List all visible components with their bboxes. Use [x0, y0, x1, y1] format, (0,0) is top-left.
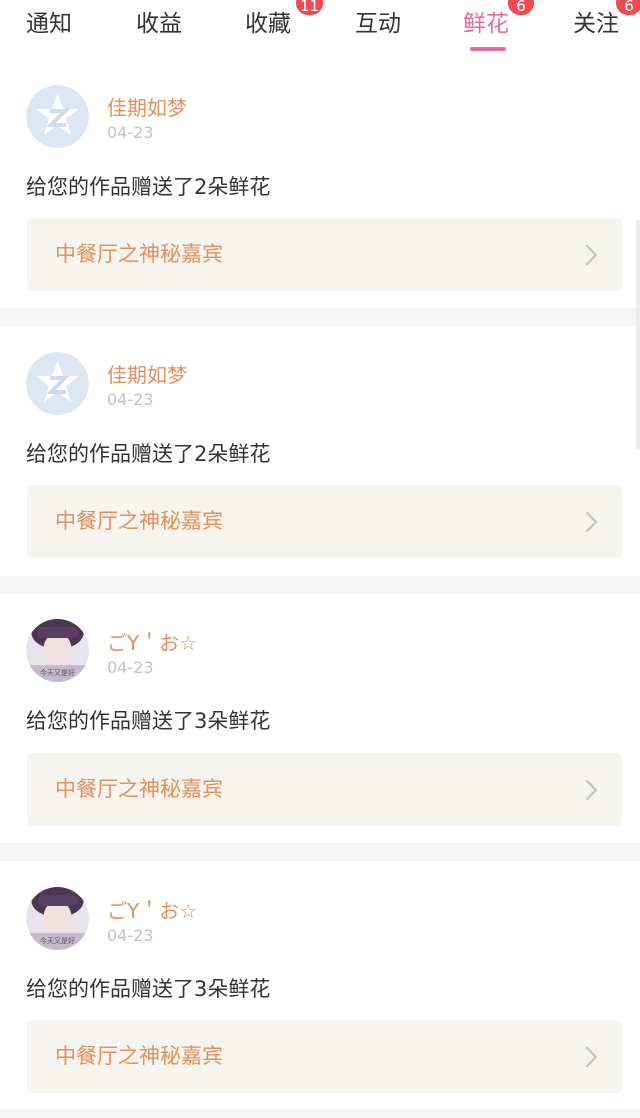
active-tab-indicator [470, 47, 506, 51]
follows-count-badge: 6 [616, 0, 640, 15]
user-name[interactable]: 佳期如梦 [107, 359, 187, 388]
avatar[interactable] [26, 352, 89, 415]
list-item: 佳期如梦 04-23 给您的作品赠送了2朵鲜花 中餐厅之神秘嘉宾 [0, 326, 640, 576]
notification-message: 给您的作品赠送了2朵鲜花 [26, 175, 271, 199]
svg-text:今天又是好: 今天又是好 [40, 936, 75, 945]
user-name[interactable]: 佳期如梦 [107, 92, 187, 121]
favorites-count-badge: 11 [296, 0, 324, 15]
flowers-count-badge: 6 [508, 0, 534, 15]
tab-notifications[interactable]: 通知 [26, 2, 72, 46]
user-photo-avatar-icon: 今天又是好 [26, 887, 89, 950]
chevron-right-icon [585, 779, 598, 801]
divider [0, 308, 640, 326]
notification-date: 04-23 [107, 658, 154, 677]
notification-message: 给您的作品赠送了2朵鲜花 [26, 442, 271, 466]
work-title: 中餐厅之神秘嘉宾 [55, 242, 223, 266]
chevron-right-icon [585, 244, 598, 266]
work-link[interactable]: 中餐厅之神秘嘉宾 [27, 753, 622, 826]
divider [0, 576, 640, 594]
user-name[interactable]: ごY＇お☆ [107, 895, 197, 924]
tab-follows[interactable]: 关注 [573, 2, 619, 46]
work-title: 中餐厅之神秘嘉宾 [55, 509, 223, 533]
tab-interactions[interactable]: 互动 [355, 2, 401, 46]
tab-favorites[interactable]: 收藏 [245, 2, 291, 46]
svg-text:今天又是好: 今天又是好 [40, 668, 75, 677]
work-link[interactable]: 中餐厅之神秘嘉宾 [27, 218, 622, 291]
work-link[interactable]: 中餐厅之神秘嘉宾 [27, 1020, 622, 1093]
tab-flowers[interactable]: 鲜花 [463, 2, 509, 46]
notification-message: 给您的作品赠送了3朵鲜花 [26, 977, 271, 1001]
work-title: 中餐厅之神秘嘉宾 [55, 1044, 223, 1068]
user-photo-avatar-icon: 今天又是好 [26, 619, 89, 682]
list-item: 佳期如梦 04-23 给您的作品赠送了2朵鲜花 中餐厅之神秘嘉宾 [0, 60, 640, 308]
scrollbar[interactable] [636, 220, 640, 450]
tab-earnings[interactable]: 收益 [136, 2, 182, 46]
notification-date: 04-23 [107, 123, 154, 142]
user-name[interactable]: ごY＇お☆ [107, 627, 197, 656]
avatar[interactable] [26, 85, 89, 148]
qq-star-avatar-icon [26, 85, 89, 148]
avatar[interactable]: 今天又是好 [26, 619, 89, 682]
divider [0, 843, 640, 861]
notification-message: 给您的作品赠送了3朵鲜花 [26, 709, 271, 733]
work-title: 中餐厅之神秘嘉宾 [55, 777, 223, 801]
notification-date: 04-23 [107, 926, 154, 945]
chevron-right-icon [585, 1046, 598, 1068]
avatar[interactable]: 今天又是好 [26, 887, 89, 950]
chevron-right-icon [585, 511, 598, 533]
work-link[interactable]: 中餐厅之神秘嘉宾 [27, 485, 622, 558]
qq-star-avatar-icon [26, 352, 89, 415]
list-item: 今天又是好 ごY＇お☆ 04-23 给您的作品赠送了3朵鲜花 中餐厅之神秘嘉宾 [0, 594, 640, 843]
list-item: 今天又是好 ごY＇お☆ 04-23 给您的作品赠送了3朵鲜花 中餐厅之神秘嘉宾 [0, 861, 640, 1109]
tab-bar: 通知 收益 收藏 11 互动 鲜花 6 关注 6 [0, 0, 640, 60]
notification-date: 04-23 [107, 390, 154, 409]
divider [0, 1109, 640, 1118]
